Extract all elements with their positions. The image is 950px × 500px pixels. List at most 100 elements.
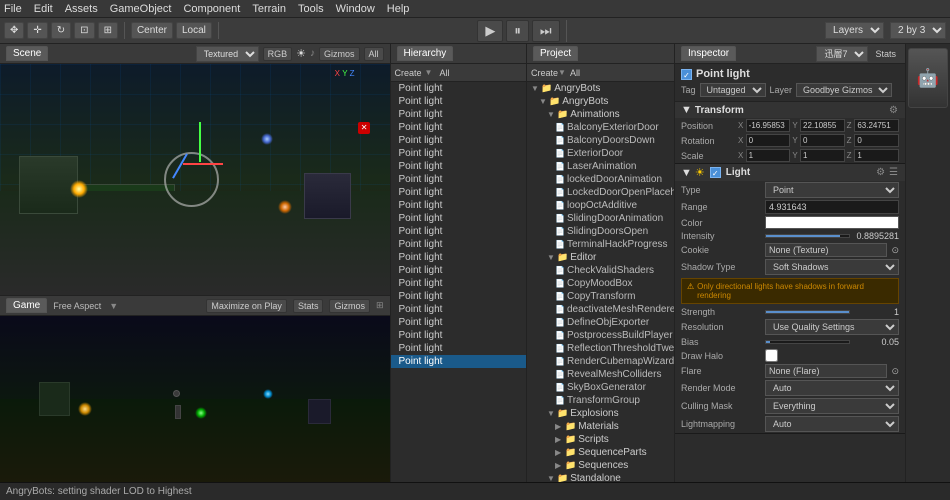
- scene-gizmos-btn[interactable]: Gizmos: [319, 47, 360, 61]
- menu-tools[interactable]: Tools: [298, 3, 324, 15]
- project-file[interactable]: 📄SlidingDoorsOpen: [527, 225, 674, 238]
- project-file[interactable]: 📄CopyTransform: [527, 290, 674, 303]
- scale-x-input[interactable]: [746, 149, 791, 162]
- hierarchy-all-btn[interactable]: All: [439, 68, 449, 78]
- project-folder[interactable]: ▶📁Materials: [527, 420, 674, 433]
- scene-rgb-btn[interactable]: RGB: [263, 47, 293, 61]
- hand-tool[interactable]: ✥: [4, 22, 24, 39]
- game-viewport[interactable]: [0, 316, 390, 482]
- scale-y-input[interactable]: [800, 149, 845, 162]
- aspect-expand-icon[interactable]: ▼: [107, 301, 120, 311]
- hierarchy-item[interactable]: Point light: [391, 329, 526, 342]
- hierarchy-item[interactable]: Point light: [391, 277, 526, 290]
- hierarchy-item[interactable]: Point light: [391, 108, 526, 121]
- hierarchy-tab[interactable]: Hierarchy: [397, 46, 454, 61]
- project-file[interactable]: 📄CheckValidShaders: [527, 264, 674, 277]
- light-header[interactable]: ▼ ☀ Light ⚙ ☰: [675, 164, 905, 181]
- hierarchy-item[interactable]: Point light: [391, 95, 526, 108]
- scene-all-btn[interactable]: All: [364, 47, 384, 61]
- project-create-btn[interactable]: Create: [531, 68, 558, 78]
- project-file[interactable]: 📄PostprocessBuildPlayer: [527, 329, 674, 342]
- project-file[interactable]: 📄TransformGroup: [527, 394, 674, 407]
- hierarchy-item[interactable]: Point light: [391, 355, 526, 368]
- transform-gear-btn[interactable]: ⚙: [888, 105, 899, 116]
- step-button[interactable]: ⏭: [532, 20, 560, 42]
- pause-button[interactable]: ⏸: [506, 20, 529, 42]
- hierarchy-item[interactable]: Point light: [391, 121, 526, 134]
- scene-tab[interactable]: Scene: [6, 46, 48, 61]
- layout-dropdown[interactable]: 2 by 3: [890, 22, 946, 39]
- hierarchy-item[interactable]: Point light: [391, 225, 526, 238]
- tag-dropdown[interactable]: Untagged: [700, 83, 766, 97]
- move-tool[interactable]: ✛: [27, 22, 47, 39]
- menu-component[interactable]: Component: [183, 3, 240, 15]
- scene-mode-dropdown[interactable]: Textured: [196, 46, 259, 62]
- rect-tool[interactable]: ⊞: [98, 22, 118, 39]
- project-file[interactable]: 📄loopOctAdditive: [527, 199, 674, 212]
- scene-audio-icon[interactable]: ♪: [310, 48, 315, 59]
- project-folder[interactable]: ▼📁AngryBots: [527, 82, 674, 95]
- stats-btn[interactable]: Stats: [293, 299, 324, 313]
- light-options-btn[interactable]: ☰: [888, 167, 899, 178]
- rotate-tool[interactable]: ↻: [51, 22, 71, 39]
- hierarchy-item[interactable]: Point light: [391, 147, 526, 160]
- light-cookie-select-icon[interactable]: ⊙: [891, 245, 899, 256]
- project-file[interactable]: 📄deactivateMeshRenderers: [527, 303, 674, 316]
- object-enabled-checkbox[interactable]: [681, 69, 692, 80]
- project-file[interactable]: 📄DefineObjExporter: [527, 316, 674, 329]
- project-folder[interactable]: ▼📁Explosions: [527, 407, 674, 420]
- layer-dropdown-inspector[interactable]: 迅層7: [816, 46, 868, 62]
- scene-light-icon[interactable]: ☀: [296, 47, 306, 60]
- hierarchy-item[interactable]: Point light: [391, 290, 526, 303]
- hierarchy-create-btn[interactable]: Create: [395, 68, 422, 78]
- project-file[interactable]: 📄LaserAnimation: [527, 160, 674, 173]
- project-file[interactable]: 📄RevealMeshColliders: [527, 368, 674, 381]
- project-file[interactable]: 📄TerminalHackProgress: [527, 238, 674, 251]
- game-gizmos-btn[interactable]: Gizmos: [329, 299, 370, 313]
- project-file[interactable]: 📄BalconyExteriorDoor: [527, 121, 674, 134]
- play-button[interactable]: ▶: [477, 20, 503, 42]
- menu-file[interactable]: File: [4, 3, 22, 15]
- hierarchy-item[interactable]: Point light: [391, 160, 526, 173]
- hierarchy-item[interactable]: Point light: [391, 199, 526, 212]
- project-file[interactable]: 📄SkyBoxGenerator: [527, 381, 674, 394]
- project-folder[interactable]: ▶📁Scripts: [527, 433, 674, 446]
- hierarchy-item[interactable]: Point light: [391, 82, 526, 95]
- maximize-btn[interactable]: Maximize on Play: [206, 299, 287, 313]
- aspect-label[interactable]: Free Aspect: [53, 301, 101, 311]
- strength-track[interactable]: [765, 310, 850, 314]
- hierarchy-item[interactable]: Point light: [391, 134, 526, 147]
- local-button[interactable]: Local: [176, 22, 212, 39]
- project-file[interactable]: 📄BalconyDoorsDown: [527, 134, 674, 147]
- menu-help[interactable]: Help: [387, 3, 410, 15]
- position-x-input[interactable]: [746, 119, 791, 132]
- menu-window[interactable]: Window: [336, 3, 375, 15]
- project-file[interactable]: 📄ExteriorDoor: [527, 147, 674, 160]
- resolution-dropdown[interactable]: Use Quality Settings: [765, 319, 899, 335]
- bias-track[interactable]: [765, 340, 850, 344]
- hierarchy-item[interactable]: Point light: [391, 212, 526, 225]
- rotation-y-input[interactable]: [800, 134, 845, 147]
- position-z-input[interactable]: [854, 119, 899, 132]
- layers-dropdown[interactable]: Layers: [825, 22, 884, 39]
- light-intensity-track[interactable]: [765, 234, 850, 238]
- menu-terrain[interactable]: Terrain: [252, 3, 286, 15]
- scene-viewport[interactable]: ✕ X Y Z: [0, 64, 390, 295]
- hierarchy-item[interactable]: Point light: [391, 173, 526, 186]
- position-y-input[interactable]: [800, 119, 845, 132]
- project-folder[interactable]: ▶📁SequenceParts: [527, 446, 674, 459]
- flare-select-icon[interactable]: ⊙: [891, 366, 899, 377]
- project-file[interactable]: 📄LockedDoorOpenPlaceholde: [527, 186, 674, 199]
- culling-mask-dropdown[interactable]: Everything: [765, 398, 899, 414]
- project-folder[interactable]: ▶📁Sequences: [527, 459, 674, 472]
- menu-gameobject[interactable]: GameObject: [110, 3, 172, 15]
- inspector-tab[interactable]: Inspector: [681, 46, 736, 61]
- light-type-dropdown[interactable]: Point: [765, 182, 899, 198]
- light-color-swatch[interactable]: [765, 216, 899, 229]
- hierarchy-item[interactable]: Point light: [391, 238, 526, 251]
- project-all-btn[interactable]: All: [570, 68, 580, 78]
- project-file[interactable]: 📄ReflectionThresholdTwea: [527, 342, 674, 355]
- game-tab[interactable]: Game: [6, 298, 47, 313]
- hierarchy-item[interactable]: Point light: [391, 316, 526, 329]
- hierarchy-item[interactable]: Point light: [391, 303, 526, 316]
